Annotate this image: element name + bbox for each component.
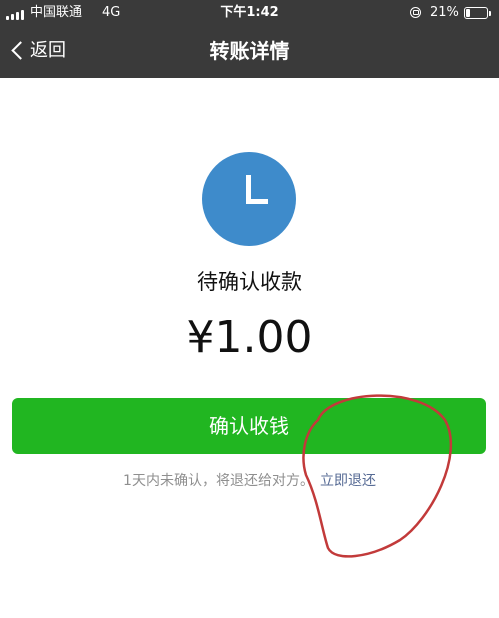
top-bar: 中国联通 4G 下午1:42 21% 返回 转账详情 xyxy=(0,0,499,78)
confirm-receive-button[interactable]: 确认收钱 xyxy=(12,398,486,454)
battery-percent: 21% xyxy=(430,5,459,20)
status-time: 下午1:42 xyxy=(220,5,279,20)
notice-text: 1天内未确认，将退还给对方。 xyxy=(123,473,314,489)
page-title: 转账详情 xyxy=(209,39,290,63)
battery-level xyxy=(466,9,470,17)
rotation-lock-icon xyxy=(410,7,421,18)
refund-notice: 1天内未确认，将退还给对方。 立即退还 xyxy=(0,470,499,492)
battery-cap xyxy=(489,11,491,16)
clock-minute-hand xyxy=(246,199,268,204)
status-bar: 中国联通 4G 下午1:42 21% xyxy=(0,0,499,26)
transfer-amount: ¥1.00 xyxy=(186,312,313,363)
transfer-status: 待确认收款 xyxy=(197,270,302,294)
navigation-bar: 返回 转账详情 xyxy=(0,26,499,78)
battery-icon xyxy=(464,7,488,19)
refund-now-link[interactable]: 立即退还 xyxy=(320,473,376,489)
clock-icon xyxy=(202,152,296,246)
